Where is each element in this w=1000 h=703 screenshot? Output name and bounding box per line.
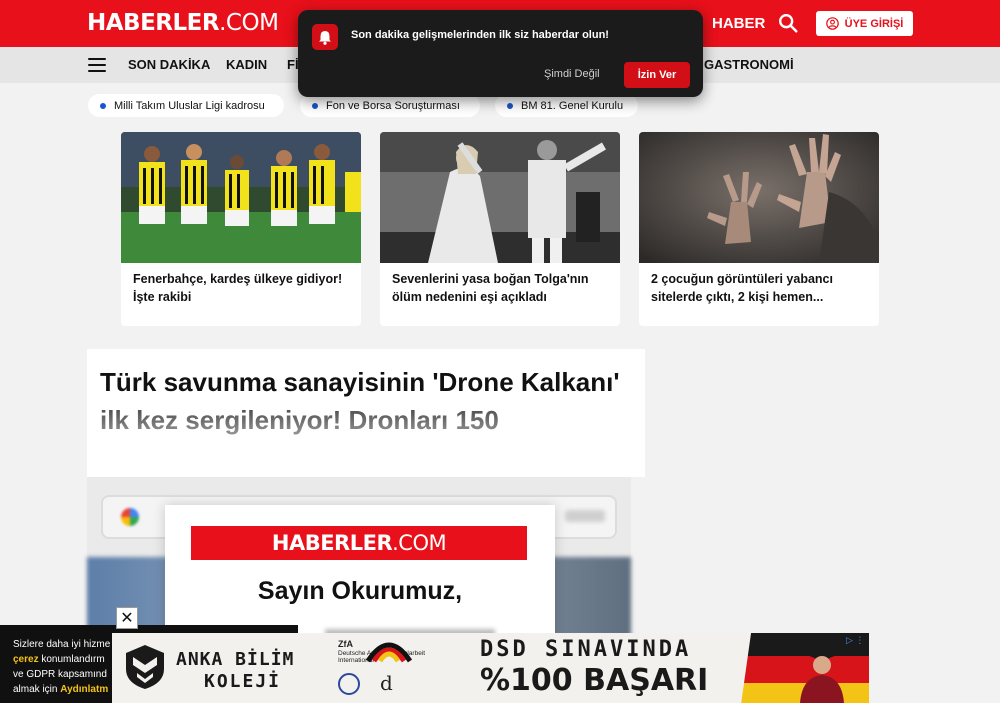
news-card-title[interactable]: Fenerbahçe, kardeş ülkeye gidiyor! İşte … (133, 270, 351, 306)
modal-logo-main: HABERLER (271, 531, 393, 555)
cookie-link[interactable]: çerez (13, 654, 39, 665)
ad-info-icon[interactable]: ▷ ⋮ (846, 635, 864, 646)
notification-allow-button[interactable]: İzin Ver (624, 62, 690, 88)
news-card-title[interactable]: Sevenlerini yasa boğan Tolga'nın ölüm ne… (392, 270, 610, 306)
privacy-link[interactable]: Aydınlatm (60, 684, 108, 695)
notification-permission-popup: Son dakika gelişmelerinden ilk siz haber… (298, 10, 703, 97)
login-label: ÜYE GİRİŞİ (844, 17, 904, 30)
google-icon (121, 508, 139, 526)
topic-chip[interactable]: Fon ve Borsa Soruşturması (300, 94, 480, 117)
zfa-logo-icon (365, 642, 413, 663)
login-button[interactable]: ÜYE GİRİŞİ (816, 11, 913, 36)
notification-message: Son dakika gelişmelerinden ilk siz haber… (351, 29, 609, 41)
modal-greeting: Sayın Okurumuz, (257, 577, 463, 605)
article-header: Türk savunma sanayisinin 'Drone Kalkanı'… (87, 349, 645, 477)
anka-logo-icon (126, 645, 164, 689)
news-card[interactable]: Fenerbahçe, kardeş ülkeye gidiyor! İşte … (121, 132, 361, 326)
topic-chip[interactable]: Milli Takım Uluslar Ligi kadrosu (88, 94, 284, 117)
site-logo[interactable]: HABERLER.COM (87, 10, 279, 36)
topic-chip[interactable]: BM 81. Genel Kurulu (495, 94, 638, 117)
nav-item-partial[interactable]: Fİ (287, 57, 299, 72)
search-icon[interactable] (777, 12, 799, 34)
close-icon[interactable]: ✕ (116, 607, 138, 629)
ad-brand-line2: KOLEJİ (204, 671, 282, 692)
paywall-fade (87, 399, 645, 477)
nav-item-gastronomi[interactable]: GASTRONOMİ (704, 57, 794, 72)
news-image-football (121, 132, 361, 263)
ad-headline-line1: DSD SINAVINDA (480, 637, 692, 662)
logo-suffix-text: .COM (219, 10, 279, 36)
user-icon (825, 17, 839, 30)
menu-icon[interactable] (88, 58, 106, 72)
news-card-title[interactable]: 2 çocuğun görüntüleri yabancı sitelerde … (651, 270, 869, 306)
notification-deny-button[interactable]: Şimdi Değil (544, 68, 600, 80)
news-image-couple (380, 132, 620, 263)
dsd-logo-icon: d (380, 671, 393, 695)
logo-main-text: HABERLER (87, 10, 220, 36)
news-image-hands (639, 132, 879, 263)
advertisement-banner[interactable]: ANKA BİLİM KOLEJİ ZfA Deutsche Auslandss… (112, 633, 869, 703)
haber-menu-link[interactable]: HABER (712, 15, 765, 32)
modal-logo-suffix: .COM (392, 531, 447, 555)
nav-item-son-dakika[interactable]: SON DAKİKA (128, 57, 210, 72)
modal-logo: HABERLER .COM (191, 526, 527, 560)
bell-icon (312, 24, 338, 50)
news-card[interactable]: 2 çocuğun görüntüleri yabancı sitelerde … (639, 132, 879, 326)
ib-logo-icon (338, 673, 360, 695)
ad-brand-line1: ANKA BİLİM (176, 649, 295, 670)
nav-item-kadin[interactable]: KADIN (226, 57, 267, 72)
graduate-image (800, 645, 844, 703)
news-card[interactable]: Sevenlerini yasa boğan Tolga'nın ölüm ne… (380, 132, 620, 326)
ad-headline-line2: %100 BAŞARI (480, 663, 709, 698)
